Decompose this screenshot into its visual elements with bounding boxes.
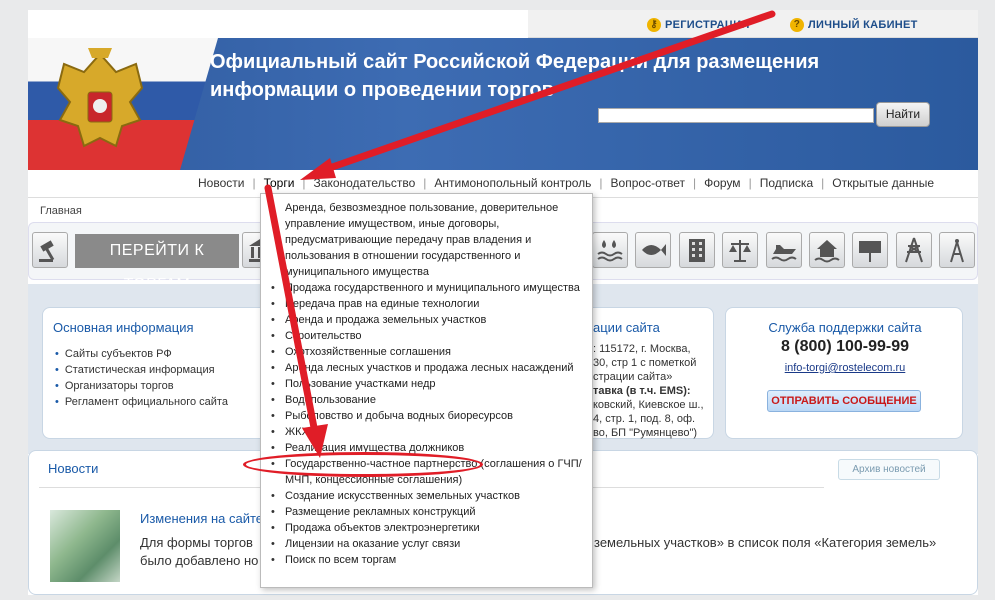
page-root: ⚷ РЕГИСТРАЦИЯ ? ЛИЧНЫЙ КАБИНЕТ Официальн… [0,0,995,600]
arrow-to-debtors [264,184,328,458]
annotation-arrows [264,10,776,458]
arrow-to-torgi [300,10,776,180]
